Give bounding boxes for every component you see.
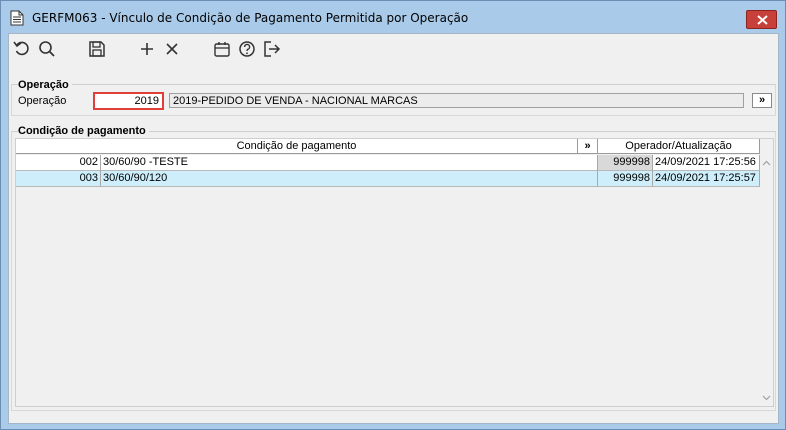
search-icon[interactable] <box>38 40 56 58</box>
row-operador: 999998 <box>598 155 653 171</box>
column-header-condicao[interactable]: Condição de pagamento <box>16 139 578 154</box>
row-code: 002 <box>16 155 101 171</box>
scroll-up-icon[interactable] <box>760 157 773 170</box>
title-bar[interactable]: GERFM063 - Vínculo de Condição de Pagame… <box>1 1 785 33</box>
window-title: GERFM063 - Vínculo de Condição de Pagame… <box>32 11 469 25</box>
close-button[interactable] <box>746 10 777 29</box>
close-icon <box>757 15 768 25</box>
row-operador: 999998 <box>598 171 653 187</box>
row-description: 30/60/90 -TESTE <box>101 155 598 171</box>
operacao-description-field: 2019-PEDIDO DE VENDA - NACIONAL MARCAS <box>169 93 744 108</box>
operacao-code-input[interactable]: 2019 <box>93 92 164 110</box>
client-area: Operação Operação 2019 2019-PEDIDO DE VE… <box>8 33 779 424</box>
scroll-down-icon[interactable] <box>760 391 773 404</box>
column-header-operador[interactable]: Operador/Atualização <box>598 139 760 154</box>
exit-icon[interactable] <box>263 40 281 58</box>
operacao-group-title: Operação <box>18 79 72 91</box>
delete-icon[interactable] <box>163 40 181 58</box>
document-icon <box>10 10 24 26</box>
operacao-label: Operação <box>18 95 67 107</box>
help-icon[interactable] <box>238 40 256 58</box>
add-icon[interactable] <box>138 40 156 58</box>
row-code[interactable]: 003 <box>16 171 101 187</box>
row-description: 30/60/90/120 <box>101 171 598 187</box>
row-atualizacao: 24/09/2021 17:25:57 <box>653 171 760 187</box>
column-expand-button[interactable]: » <box>578 139 598 154</box>
calendar-icon[interactable] <box>213 40 231 58</box>
undo-icon[interactable] <box>13 40 31 58</box>
table-row[interactable]: 002 30/60/90 -TESTE 999998 24/09/2021 17… <box>16 155 760 171</box>
app-window: GERFM063 - Vínculo de Condição de Pagame… <box>0 0 786 430</box>
row-atualizacao: 24/09/2021 17:25:56 <box>653 155 760 171</box>
pagamento-grid: Condição de pagamento » Operador/Atualiz… <box>15 138 774 407</box>
operacao-lookup-button[interactable]: » <box>752 93 772 108</box>
table-row-selected[interactable]: 003 30/60/90/120 999998 24/09/2021 17:25… <box>16 171 760 187</box>
toolbar <box>9 34 778 64</box>
save-icon[interactable] <box>88 40 106 58</box>
vertical-scrollbar[interactable] <box>760 155 773 406</box>
pagamento-group-title: Condição de pagamento <box>18 125 149 137</box>
